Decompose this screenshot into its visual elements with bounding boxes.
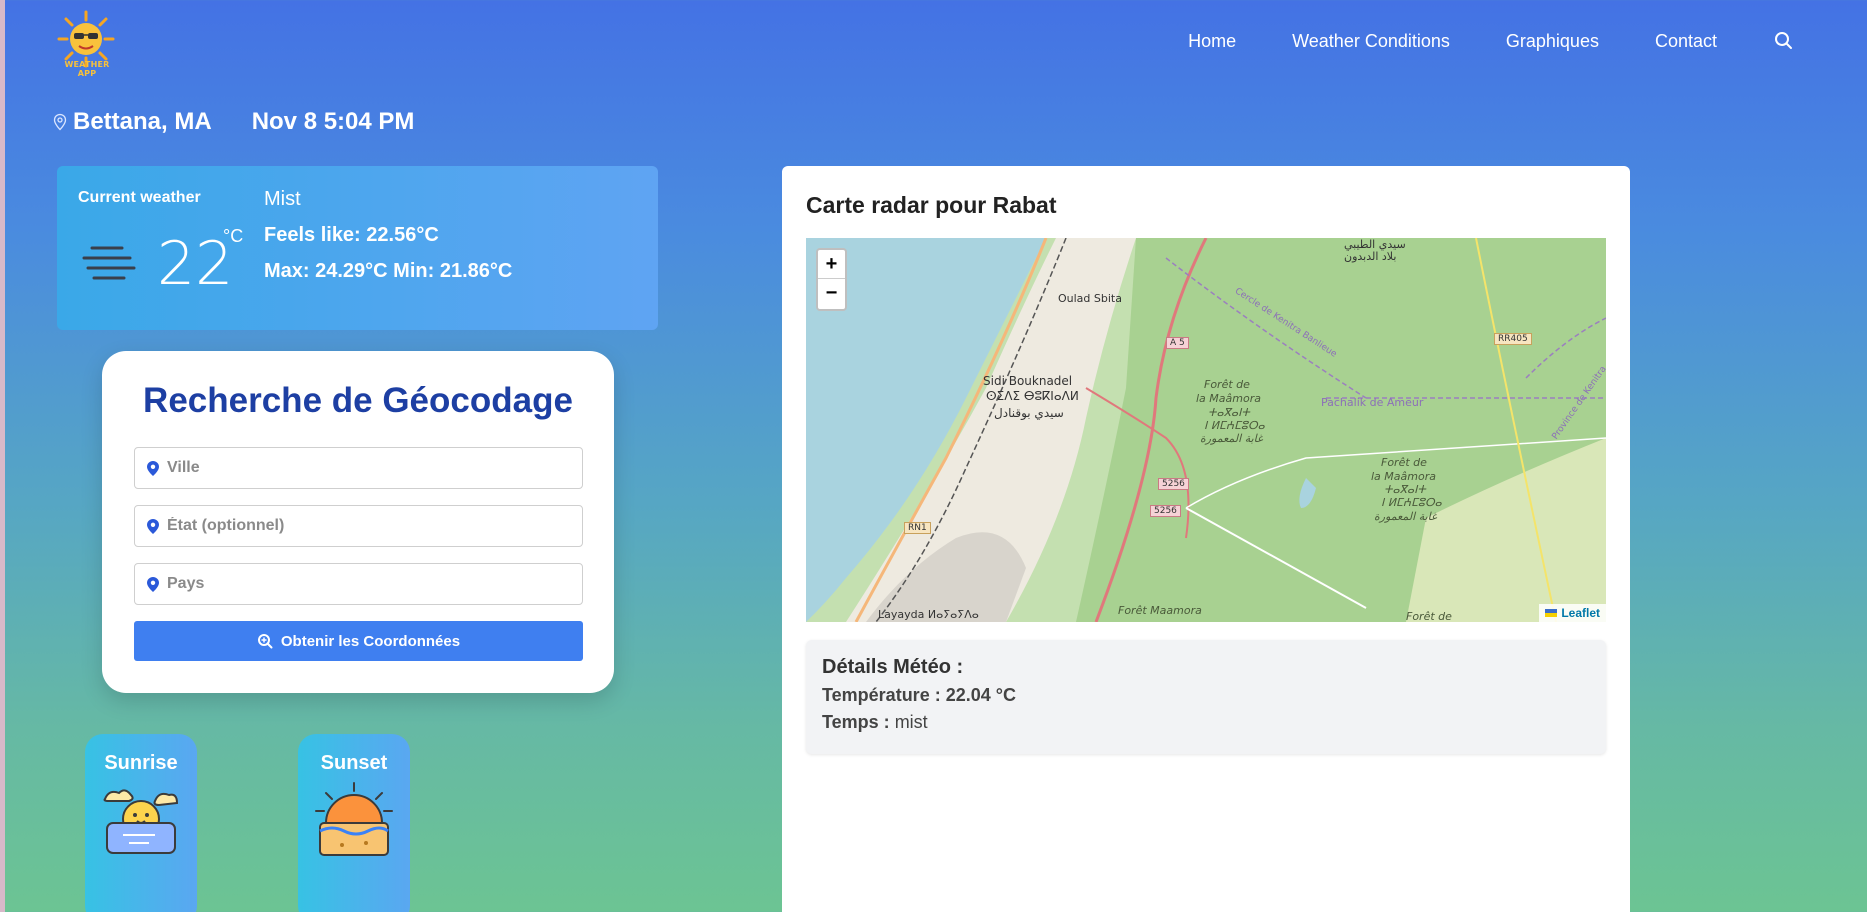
details-temperature: Température : 22.04 °C xyxy=(822,685,1590,706)
feels-like: Feels like: 22.56°C xyxy=(264,224,439,246)
location-bar: Bettana, MA Nov 8 5:04 PM xyxy=(51,108,414,136)
weather-value: mist xyxy=(894,712,928,732)
current-weather-label: Current weather xyxy=(78,189,201,206)
nav-graphiques[interactable]: Graphiques xyxy=(1506,31,1599,52)
sunrise-card: Sunrise xyxy=(85,734,197,912)
map-label: Layayda ⵍⴰⵢⴰⵢⴷⴰ xyxy=(878,608,979,621)
location-datetime: Nov 8 5:04 PM xyxy=(251,108,415,135)
radar-map[interactable]: سيدي الطيبي بلاد الدبدون Oulad Sbita Sid… xyxy=(806,238,1606,622)
get-coordinates-button[interactable]: Obtenir les Coordonnées xyxy=(134,621,583,661)
map-label: سيدي بوقنادل xyxy=(994,406,1064,420)
weather-details: Détails Météo : Température : 22.04 °C T… xyxy=(806,640,1606,754)
temperature-value: 22.04 °C xyxy=(945,685,1016,705)
map-pin-icon xyxy=(147,460,159,476)
nav-weather-conditions[interactable]: Weather Conditions xyxy=(1292,31,1450,52)
map-label: غابة المعمورة xyxy=(1374,510,1437,523)
map-label: ⵏ ⵍⵎⵄⵎⵓⵔⴰ xyxy=(1381,496,1442,509)
get-coordinates-label: Obtenir les Coordonnées xyxy=(280,632,461,650)
road-shield: 5256 xyxy=(1158,478,1189,490)
map-label: Oulad Sbita xyxy=(1058,292,1122,305)
current-condition: Mist xyxy=(264,188,301,210)
state-field xyxy=(134,505,583,547)
map-pin-icon xyxy=(147,576,159,592)
current-temp: 22 xyxy=(157,229,234,299)
map-pin-icon xyxy=(147,518,159,534)
zoom-search-icon xyxy=(257,634,273,649)
location-city: Bettana, MA xyxy=(73,108,212,135)
road-shield: RR405 xyxy=(1494,333,1532,345)
search-icon[interactable] xyxy=(1773,30,1795,52)
mist-icon xyxy=(82,246,136,280)
road-shield: 5256 xyxy=(1150,505,1181,517)
city-input[interactable] xyxy=(167,459,567,477)
flag-icon xyxy=(1545,609,1558,617)
temperature-label: Température : xyxy=(822,685,946,705)
details-heading: Détails Météo : xyxy=(822,656,964,678)
radar-card: Carte radar pour Rabat سيدي الطيبي بلاد … xyxy=(782,166,1630,912)
current-weather-card: Current weather 22 °C Mist Feels like: 2… xyxy=(57,166,658,330)
map-label: Forêt de xyxy=(1204,378,1250,391)
map-label: la Maâmora xyxy=(1196,392,1261,405)
current-temp-unit: °C xyxy=(223,226,244,246)
nav-home[interactable]: Home xyxy=(1188,31,1236,52)
road-shield: A 5 xyxy=(1166,337,1189,349)
map-label: ⵏ ⵍⵎⵄⵎⵓⵔⴰ xyxy=(1204,419,1265,432)
map-label: Pachalik de Ameur xyxy=(1321,396,1424,409)
map-label: Forêt de xyxy=(1406,610,1452,622)
details-weather: Temps : mist xyxy=(822,712,1590,733)
logo-text: WEATHER APP xyxy=(64,60,110,78)
zoom-control: + − xyxy=(816,248,847,311)
weather-label: Temps : xyxy=(822,712,895,732)
map-label: غابة المعمورة xyxy=(1200,432,1263,445)
map-label: ⵜⴰⴳⴰⵏⵜ xyxy=(1208,406,1250,419)
map-label: بلاد الدبدون xyxy=(1344,250,1397,263)
sunset-label: Sunset xyxy=(320,752,388,774)
radar-title: Carte radar pour Rabat xyxy=(806,192,1057,218)
geocode-card: Recherche de Géocodage Obtenir les Coord… xyxy=(102,351,614,693)
zoom-out-button[interactable]: − xyxy=(818,279,845,308)
map-label: la Maâmora xyxy=(1371,470,1436,483)
location-pin-icon xyxy=(53,113,67,131)
road-shield: RN1 xyxy=(904,522,931,534)
map-label: Forêt de xyxy=(1381,456,1427,469)
nav-contact[interactable]: Contact xyxy=(1655,31,1717,52)
map-attribution: Leaflet xyxy=(1539,604,1606,622)
sunset-icon xyxy=(315,782,393,856)
sunrise-icon xyxy=(103,789,179,854)
state-input[interactable] xyxy=(167,517,567,535)
sunset-card: Sunset xyxy=(298,734,410,912)
map-label: Forêt Maamora xyxy=(1118,604,1202,617)
max-min-temp: Max: 24.29°C Min: 21.86°C xyxy=(264,260,513,282)
geocode-title: Recherche de Géocodage xyxy=(143,381,573,420)
sunrise-label: Sunrise xyxy=(104,752,178,774)
map-label: ⵜⴰⴳⴰⵏⵜ xyxy=(1384,483,1426,496)
map-label: Sidi Bouknadel xyxy=(983,374,1073,388)
main-nav: Home Weather Conditions Graphiques Conta… xyxy=(1188,30,1795,52)
leaflet-link[interactable]: Leaflet xyxy=(1561,606,1600,620)
zoom-in-button[interactable]: + xyxy=(818,250,845,279)
map-label: ⵙⵉⴷⵉ ⴱⵓⴽⵏⴰⴷⵍ xyxy=(986,389,1079,403)
country-field xyxy=(134,563,583,605)
city-field xyxy=(134,447,583,489)
country-input[interactable] xyxy=(167,575,567,593)
